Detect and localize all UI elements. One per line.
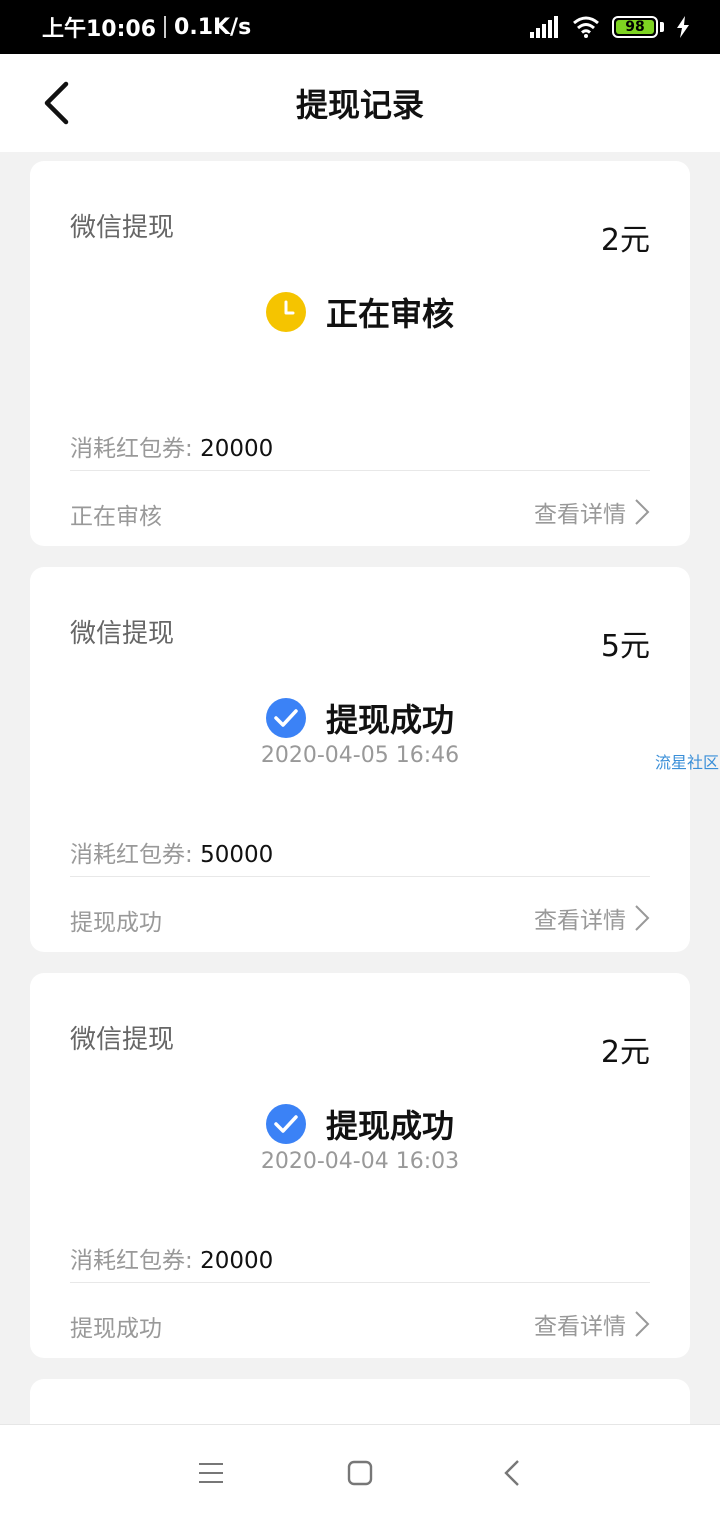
record-time: 2020-04-04 16:03 — [260, 1149, 460, 1174]
home-button[interactable] — [342, 1457, 378, 1489]
menu-icon — [199, 1463, 223, 1483]
record-amount: 2元 — [600, 1035, 650, 1070]
back-nav-button[interactable] — [494, 1457, 530, 1489]
status-row: 提现成功 — [30, 1101, 690, 1147]
network-speed: 0.1K/s — [174, 14, 252, 40]
back-arrow-icon — [44, 81, 69, 125]
status-right: 98 — [530, 16, 690, 38]
check-circle-icon — [265, 698, 306, 738]
record-status: 正在审核 — [325, 295, 454, 333]
record-card[interactable]: 微信提现 2元 正在审核 消耗红包券: 20000 正在审核 查看详情 — [30, 161, 690, 546]
record-list: 微信提现 2元 正在审核 消耗红包券: 20000 正在审核 查看详情 微信提现… — [30, 161, 690, 1460]
record-amount: 2元 — [600, 223, 650, 258]
record-card[interactable]: 微信提现 2元 提现成功 2020-04-04 16:03 消耗红包券: 200… — [30, 973, 690, 1358]
record-time: 2020-04-05 16:46 — [260, 743, 460, 768]
status-bar: 上午10:06 0.1K/s 98 — [0, 0, 720, 54]
record-type: 微信提现 — [70, 619, 175, 649]
consume-value: 20000 — [200, 1248, 274, 1274]
battery-icon: 98 — [612, 16, 658, 38]
home-square-icon — [347, 1460, 373, 1486]
menu-button[interactable] — [193, 1457, 229, 1489]
chevron-right-icon — [635, 905, 650, 931]
view-detail-link[interactable]: 查看详情 — [534, 1307, 650, 1341]
footer-status: 正在审核 — [70, 504, 162, 530]
watermark-text: 流星社区 — [655, 753, 720, 772]
detail-label: 查看详情 — [534, 908, 626, 934]
status-time: 上午10:06 — [42, 17, 157, 42]
divider — [70, 1282, 650, 1283]
divider — [70, 470, 650, 471]
consume-value: 20000 — [200, 436, 274, 462]
status-left: 上午10:06 0.1K/s — [42, 11, 251, 43]
chevron-right-icon — [635, 1311, 650, 1337]
consume-info: 消耗红包券: 20000 — [70, 429, 273, 463]
chevron-right-icon — [635, 499, 650, 525]
consume-label: 消耗红包券: — [70, 842, 201, 868]
consume-label: 消耗红包券: — [70, 1248, 201, 1274]
consume-label: 消耗红包券: — [70, 436, 201, 462]
consume-info: 消耗红包券: 20000 — [70, 1241, 273, 1275]
record-status: 提现成功 — [325, 701, 454, 739]
footer-status: 提现成功 — [70, 910, 162, 936]
wifi-icon — [573, 16, 599, 38]
back-chevron-icon — [504, 1460, 519, 1486]
battery-tip — [660, 22, 664, 32]
back-button[interactable] — [42, 80, 82, 126]
signal-icon — [530, 16, 558, 38]
record-amount: 5元 — [600, 629, 650, 664]
record-card[interactable]: 微信提现 5元 提现成功 2020-04-05 16:46 消耗红包券: 500… — [30, 567, 690, 952]
consume-info: 消耗红包券: 50000 — [70, 835, 273, 869]
consume-value: 50000 — [200, 842, 274, 868]
header: 提现记录 — [0, 54, 720, 152]
status-separator — [164, 16, 167, 38]
status-row: 正在审核 — [30, 289, 690, 335]
battery-level: 98 — [625, 19, 645, 35]
detail-label: 查看详情 — [534, 502, 626, 528]
record-type: 微信提现 — [70, 1025, 175, 1055]
check-circle-icon — [265, 1104, 306, 1144]
detail-label: 查看详情 — [534, 1314, 626, 1340]
system-nav-bar — [0, 1424, 720, 1520]
view-detail-link[interactable]: 查看详情 — [534, 495, 650, 529]
divider — [70, 876, 650, 877]
view-detail-link[interactable]: 查看详情 — [534, 901, 650, 935]
clock-icon — [265, 292, 306, 332]
record-status: 提现成功 — [325, 1107, 454, 1145]
page-title: 提现记录 — [295, 86, 424, 124]
footer-status: 提现成功 — [70, 1316, 162, 1342]
charging-icon — [677, 16, 689, 38]
status-row: 提现成功 — [30, 695, 690, 741]
record-type: 微信提现 — [70, 213, 175, 243]
